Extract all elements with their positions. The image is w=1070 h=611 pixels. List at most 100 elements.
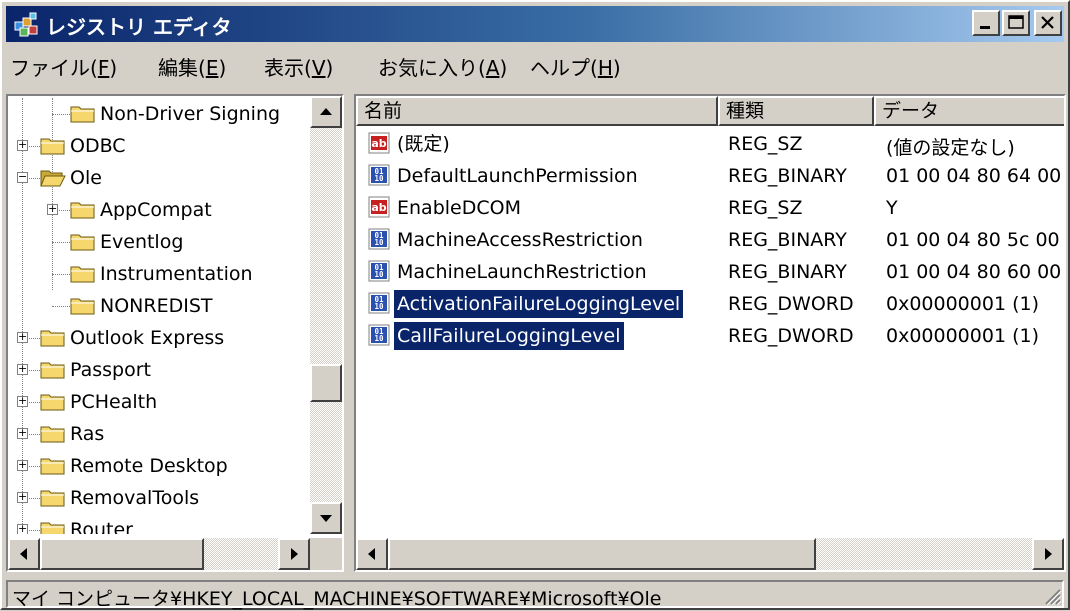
tree-item[interactable]: + PCHealth [8,386,310,418]
scroll-left-button[interactable] [8,538,40,570]
svg-text:10: 10 [374,302,384,311]
column-header-data[interactable]: データ [874,96,1064,126]
svg-text:ab: ab [371,201,386,214]
tree-item[interactable]: Eventlog [8,226,310,258]
expand-icon[interactable]: + [17,363,28,375]
tree-connector [52,242,70,243]
tree-item[interactable]: + AppCompat [8,194,310,226]
tree-horizontal-scrollbar[interactable] [8,538,310,570]
folder-icon [40,138,65,155]
value-row[interactable]: ab (既定) REG_SZ (値の設定なし) [356,128,1064,160]
tree-item[interactable]: + RemovalTools [8,482,310,514]
minimize-button[interactable] [972,10,1000,36]
folder-icon [40,490,65,507]
expand-icon[interactable]: + [17,427,28,439]
tree-item[interactable]: + Router [8,514,310,534]
folder-icon [70,202,95,219]
expand-icon[interactable]: + [17,523,28,534]
tree-item-label: PCHealth [70,391,158,413]
value-name: EnableDCOM [397,197,521,219]
arrow-right-icon [291,548,298,560]
registry-editor-window: レジストリ エディタ ファイル(F) 編集(E) 表示(V) お気に入り(A) … [0,0,1070,610]
key-tree-pane[interactable]: Non-Driver Signing + ODBC − Ole + AppCompat Eve… [6,94,344,572]
value-data: Y [886,197,898,219]
menu-file[interactable]: ファイル(F) [10,52,117,81]
folder-icon [70,298,95,315]
key-tree: Non-Driver Signing + ODBC − Ole + AppCompat Eve… [8,96,310,534]
tree-item-label: Eventlog [100,231,184,253]
expand-icon[interactable]: + [17,491,28,503]
string-value-icon: ab [368,132,390,154]
maximize-button[interactable] [1002,10,1030,36]
value-type: REG_SZ [728,133,803,155]
column-header-type[interactable]: 種類 [718,96,874,126]
binary-value-icon: 0110 [368,292,390,314]
arrow-right-icon [1045,548,1052,560]
value-row[interactable]: 01 10 CallFailureLoggingLevel REG_DWORD 0x00… [356,320,1064,352]
tree-vscroll-thumb[interactable] [310,364,342,402]
binary-value-icon: 0110 [368,164,390,186]
menu-edit[interactable]: 編集(E) [158,52,226,81]
value-row[interactable]: ab EnableDCOM REG_SZ Y [356,192,1064,224]
tree-item-label: Ras [70,423,105,445]
value-data: 0x00000001 (1) [886,325,1039,347]
scroll-up-button[interactable] [310,96,342,128]
menu-favorites[interactable]: お気に入り(A) [378,52,507,81]
value-row[interactable]: 01 10 MachineLaunchRestriction REG_BINARY 01… [356,256,1064,288]
collapse-icon[interactable]: − [17,171,28,183]
value-row[interactable]: 01 10 MachineAccessRestriction REG_BINARY 01… [356,224,1064,256]
tree-item-label: RemovalTools [70,487,200,509]
value-row[interactable]: 01 10 DefaultLaunchPermission REG_BINARY 01 … [356,160,1064,192]
tree-item-label: Outlook Express [70,327,225,349]
list-hscroll-thumb[interactable] [388,538,816,570]
tree-item[interactable]: + Outlook Express [8,322,310,354]
tree-item[interactable]: Instrumentation [8,258,310,290]
menu-view[interactable]: 表示(V) [264,52,333,81]
expand-icon[interactable]: + [47,203,58,215]
value-row[interactable]: 01 10 ActivationFailureLoggingLevel REG_DWO… [356,288,1064,320]
expand-icon[interactable]: + [17,395,28,407]
tree-hscroll-thumb[interactable] [40,538,204,570]
tree-item[interactable]: Non-Driver Signing [8,98,310,130]
arrow-up-icon [320,108,332,115]
expand-icon[interactable]: + [17,331,28,343]
svg-text:10: 10 [374,238,384,247]
tree-item[interactable]: NONREDIST [8,290,310,322]
value-data: 0x00000001 (1) [886,293,1039,315]
binary-value-icon: 0110 [368,228,390,250]
folder-open-icon [40,170,66,187]
tree-vertical-scrollbar[interactable] [310,96,342,534]
value-type: REG_BINARY [728,165,847,187]
tree-item[interactable]: + ODBC [8,130,310,162]
tree-connector [52,306,70,307]
tree-item[interactable]: − Ole [8,162,310,194]
folder-icon [40,458,65,475]
tree-item-label: Ole [70,167,102,189]
list-scroll-left-button[interactable] [356,538,388,570]
expand-icon[interactable]: + [17,139,28,151]
expand-icon[interactable]: + [17,459,28,471]
tree-item[interactable]: + Remote Desktop [8,450,310,482]
value-type: REG_SZ [728,197,803,219]
tree-connector [52,114,70,115]
scroll-right-button[interactable] [278,538,310,570]
list-horizontal-scrollbar[interactable] [356,538,1064,570]
list-scroll-right-button[interactable] [1032,538,1064,570]
folder-icon [40,330,65,347]
svg-text:ab: ab [371,137,386,150]
scroll-corner [310,538,342,570]
tree-item-label: NONREDIST [100,295,213,317]
tree-item[interactable]: + Passport [8,354,310,386]
value-name: (既定) [397,133,450,155]
value-data: 01 00 04 80 5c 00 [886,229,1060,251]
scroll-down-button[interactable] [310,502,342,534]
menu-help[interactable]: ヘルプ(H) [530,52,621,81]
close-button[interactable] [1034,10,1062,36]
resize-grip-icon[interactable] [1042,586,1062,606]
column-header-name[interactable]: 名前 [356,96,718,126]
title-bar[interactable]: レジストリ エディタ [6,6,1064,42]
value-list: 名前 種類 データ ab (既定) REG_SZ (値の設定なし) 01 10 Defaul… [356,96,1064,538]
tree-item[interactable]: + Ras [8,418,310,450]
svg-text:10: 10 [374,174,384,183]
value-list-pane[interactable]: 名前 種類 データ ab (既定) REG_SZ (値の設定なし) 01 10 Defaul… [354,94,1066,572]
